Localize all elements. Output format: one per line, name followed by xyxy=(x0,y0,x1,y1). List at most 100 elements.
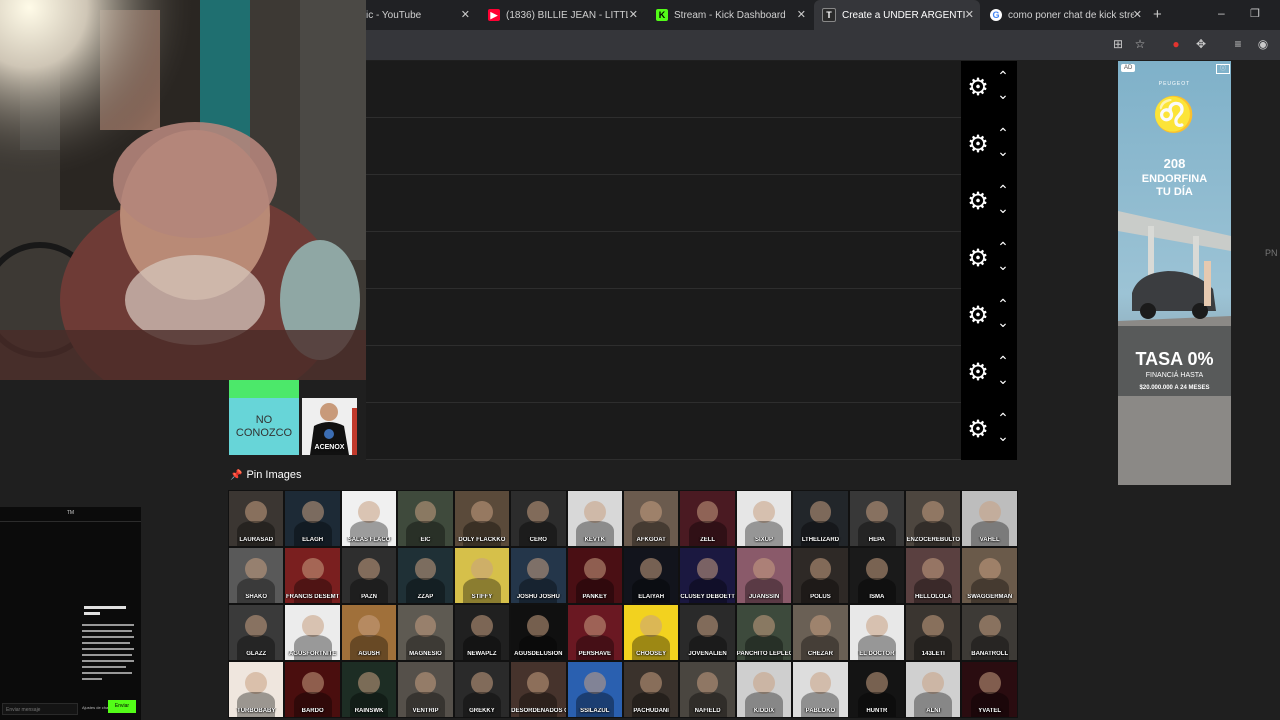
artist-tile[interactable]: 143LETI xyxy=(905,604,962,661)
tier-row[interactable] xyxy=(366,61,961,118)
move-down-icon[interactable]: ⌄ xyxy=(995,258,1011,272)
gear-icon[interactable]: ⚙ xyxy=(965,303,991,329)
close-tab-icon[interactable]: ✕ xyxy=(965,8,974,21)
artist-tile[interactable]: STIFFY xyxy=(453,547,511,604)
bookmark-star-icon[interactable]: ☆ xyxy=(1132,36,1148,52)
ad-info-icon[interactable]: ⓘ xyxy=(1216,64,1230,74)
artist-tile[interactable]: ALNI xyxy=(905,661,962,718)
artist-tile[interactable]: ENZOCEREBULTO xyxy=(905,490,962,547)
artist-tile[interactable]: DESORDENADOS CREW xyxy=(510,661,567,718)
artist-tile[interactable]: JUANSSIN xyxy=(735,547,793,604)
artist-tile[interactable]: PERSHAVE xyxy=(566,604,623,661)
extension-record-icon[interactable]: ● xyxy=(1168,36,1184,52)
translate-icon[interactable]: ⊞ xyxy=(1110,36,1126,52)
chat-settings-label[interactable]: Ajustes de chat xyxy=(82,705,109,710)
artist-tile[interactable]: SWAGGERMAN xyxy=(961,547,1018,604)
move-down-icon[interactable]: ⌄ xyxy=(995,201,1011,215)
tier-row[interactable] xyxy=(366,175,961,232)
artist-tile[interactable]: KEVTK xyxy=(566,490,623,547)
artist-tile[interactable]: AFKGOAT xyxy=(622,490,680,547)
artist-tile[interactable]: SSILAZUL xyxy=(566,661,623,718)
artist-tile[interactable]: PANKEY xyxy=(566,547,623,604)
artist-tile[interactable]: ZZAP xyxy=(397,547,454,604)
artist-tile[interactable]: KIDDIX xyxy=(735,661,793,718)
tier-row[interactable] xyxy=(366,232,961,289)
artist-tile[interactable]: BARDO xyxy=(284,661,341,718)
artist-tile[interactable]: BANATROLL xyxy=(961,604,1018,661)
move-up-icon[interactable]: ⌃ xyxy=(995,69,1011,83)
artist-tile[interactable]: PAZN xyxy=(340,547,398,604)
artist-tile[interactable]: JOVENALIEN xyxy=(679,604,736,661)
profile-icon[interactable]: ◉ xyxy=(1255,36,1271,52)
tier-row[interactable] xyxy=(366,118,961,175)
move-down-icon[interactable]: ⌄ xyxy=(995,87,1011,101)
artist-tile[interactable]: LAURASAD xyxy=(228,490,285,547)
artist-tile[interactable]: MAGNESIO xyxy=(397,604,454,661)
artist-tile[interactable]: JOSHU JOSHU xyxy=(510,547,567,604)
artist-tile[interactable]: NAFIELD xyxy=(679,661,736,718)
artist-tile[interactable]: AGUSFORTNITE xyxy=(284,604,341,661)
artist-tile[interactable]: RAINSWK xyxy=(340,661,398,718)
artist-tile[interactable]: VENTRIP xyxy=(397,661,454,718)
tab-kick-dashboard[interactable]: K Stream - Kick Dashboard ✕ xyxy=(646,0,812,30)
artist-tile[interactable]: GLAZZ xyxy=(228,604,285,661)
artist-tile[interactable]: POLUS xyxy=(792,547,849,604)
artist-tile[interactable]: SIXUP xyxy=(735,490,793,547)
artist-tile[interactable]: YVATEL xyxy=(961,661,1018,718)
close-tab-icon[interactable]: ✕ xyxy=(1133,8,1142,21)
artist-tile[interactable]: HEPA xyxy=(848,490,906,547)
artist-tile[interactable]: SHAKO xyxy=(228,547,285,604)
new-tab-button[interactable]: + xyxy=(1153,6,1162,23)
tier-item-acenox[interactable]: ACENOX xyxy=(302,398,357,455)
artist-tile[interactable]: AGUSDELUSION xyxy=(510,604,567,661)
artist-tile[interactable]: NEWAPLZ xyxy=(453,604,511,661)
tab-tiermaker[interactable]: T Create a UNDER ARGENTINO 2 ✕ xyxy=(814,0,980,30)
artist-tile[interactable]: HELLOLOLA xyxy=(905,547,962,604)
artist-tile[interactable]: ELAIYAH xyxy=(622,547,680,604)
move-down-icon[interactable]: ⌄ xyxy=(995,429,1011,443)
artist-tile[interactable]: GREKKY xyxy=(453,661,511,718)
artist-tile[interactable]: SALAS FLACO xyxy=(340,490,398,547)
tier-row[interactable] xyxy=(366,289,961,346)
artist-tile[interactable]: EL DOCTOR xyxy=(848,604,906,661)
gear-icon[interactable]: ⚙ xyxy=(965,417,991,443)
extensions-icon[interactable]: ✥ xyxy=(1193,36,1209,52)
artist-tile[interactable]: FRANCIS DESEMT xyxy=(284,547,341,604)
gear-icon[interactable]: ⚙ xyxy=(965,132,991,158)
artist-tile[interactable]: EIC xyxy=(397,490,454,547)
gear-icon[interactable]: ⚙ xyxy=(965,360,991,386)
artist-tile[interactable]: DOLY FLACKKO xyxy=(453,490,511,547)
tier-row[interactable] xyxy=(366,346,961,403)
move-up-icon[interactable]: ⌃ xyxy=(995,411,1011,425)
artist-tile[interactable]: CERO xyxy=(510,490,567,547)
close-tab-icon[interactable]: ✕ xyxy=(797,8,806,21)
move-up-icon[interactable]: ⌃ xyxy=(995,354,1011,368)
move-up-icon[interactable]: ⌃ xyxy=(995,183,1011,197)
move-up-icon[interactable]: ⌃ xyxy=(995,240,1011,254)
artist-tile[interactable]: HUNTR xyxy=(848,661,906,718)
minimize-button[interactable]: – xyxy=(1218,6,1225,20)
tab-billie-jean[interactable]: ▶ (1836) BILLIE JEAN - LITTLE BO ✕ xyxy=(478,0,644,30)
gear-icon[interactable]: ⚙ xyxy=(965,75,991,101)
artist-tile[interactable]: VAHEL xyxy=(961,490,1018,547)
artist-tile[interactable]: LTHELIZARD xyxy=(792,490,849,547)
artist-tile[interactable]: CHOOSEY xyxy=(622,604,680,661)
artist-tile[interactable]: ELAGH xyxy=(284,490,341,547)
move-up-icon[interactable]: ⌃ xyxy=(995,297,1011,311)
tab-youtube[interactable]: ic - YouTube ✕ xyxy=(366,0,476,30)
move-down-icon[interactable]: ⌄ xyxy=(995,144,1011,158)
tier-row[interactable] xyxy=(366,403,961,460)
artist-tile[interactable]: ZELL xyxy=(679,490,736,547)
move-down-icon[interactable]: ⌄ xyxy=(995,315,1011,329)
move-up-icon[interactable]: ⌃ xyxy=(995,126,1011,140)
artist-tile[interactable]: ISMA xyxy=(848,547,906,604)
artist-tile[interactable]: CHEZAR xyxy=(792,604,849,661)
media-control-icon[interactable]: ≡ xyxy=(1230,36,1246,52)
close-tab-icon[interactable]: ✕ xyxy=(461,8,470,21)
tier-label-no-conozco[interactable]: NO CONOZCO xyxy=(229,398,299,455)
artist-tile[interactable]: CLUSEY DEBOETTI xyxy=(679,547,736,604)
maximize-button[interactable]: ❐ xyxy=(1250,7,1260,20)
artist-tile[interactable]: PABLOKO xyxy=(792,661,849,718)
gear-icon[interactable]: ⚙ xyxy=(965,246,991,272)
chat-send-button[interactable]: Enviar xyxy=(108,700,136,713)
